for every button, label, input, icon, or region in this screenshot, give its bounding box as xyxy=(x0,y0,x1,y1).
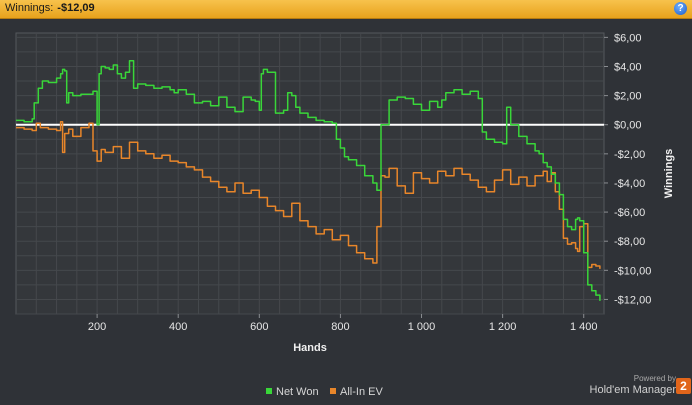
y-axis-title: Winnings xyxy=(663,149,675,198)
winnings-summary: Winnings: -$12,09 xyxy=(5,2,95,14)
winnings-chart: $6,00 $4,00 $2,00 $0,00 -$2,00 -$4,00 -$6,00 -$… xyxy=(15,32,675,354)
legend-swatch-all-in-ev xyxy=(330,388,336,394)
y-tick-label: -$4,00 xyxy=(614,178,645,190)
plot-area xyxy=(15,32,605,315)
x-tick-label: 400 xyxy=(169,321,187,333)
x-axis-title: Hands xyxy=(293,342,327,354)
legend-all-in-ev[interactable]: All-In EV xyxy=(330,386,383,398)
legend-swatch-net-won xyxy=(266,388,272,394)
legend-net-won[interactable]: Net Won xyxy=(266,386,319,398)
powered-by-text: Powered by xyxy=(633,374,676,383)
x-tick-label: 800 xyxy=(331,321,349,333)
y-tick-label: $4,00 xyxy=(614,61,642,73)
header-bar: Winnings: -$12,09 ? xyxy=(0,0,692,19)
legend-label-all-in-ev: All-In EV xyxy=(340,386,383,398)
x-tick-label: 1 400 xyxy=(570,321,598,333)
y-tick-label: -$10,00 xyxy=(614,265,651,277)
y-tick-label: $6,00 xyxy=(614,32,642,44)
branding: Powered by Hold'em Manager 2 xyxy=(589,374,691,396)
x-tick-label: 600 xyxy=(250,321,268,333)
legend-label-net-won: Net Won xyxy=(276,386,319,398)
question-icon[interactable]: ? xyxy=(674,2,687,15)
y-tick-label: -$8,00 xyxy=(614,236,645,248)
winnings-label: Winnings: xyxy=(5,2,54,14)
y-tick-label: -$12,00 xyxy=(614,294,651,306)
x-tick-label: 1 200 xyxy=(489,321,517,333)
y-tick-label: -$6,00 xyxy=(614,207,645,219)
x-tick-label: 1 000 xyxy=(408,321,436,333)
brand-badge: 2 xyxy=(676,378,691,394)
winnings-value: -$12,09 xyxy=(57,2,95,14)
brand-name: Hold'em Manager xyxy=(589,384,676,396)
y-tick-label: $2,00 xyxy=(614,91,642,103)
y-tick-label: -$2,00 xyxy=(614,149,645,161)
y-tick-label: $0,00 xyxy=(614,120,642,132)
x-tick-label: 200 xyxy=(88,321,106,333)
